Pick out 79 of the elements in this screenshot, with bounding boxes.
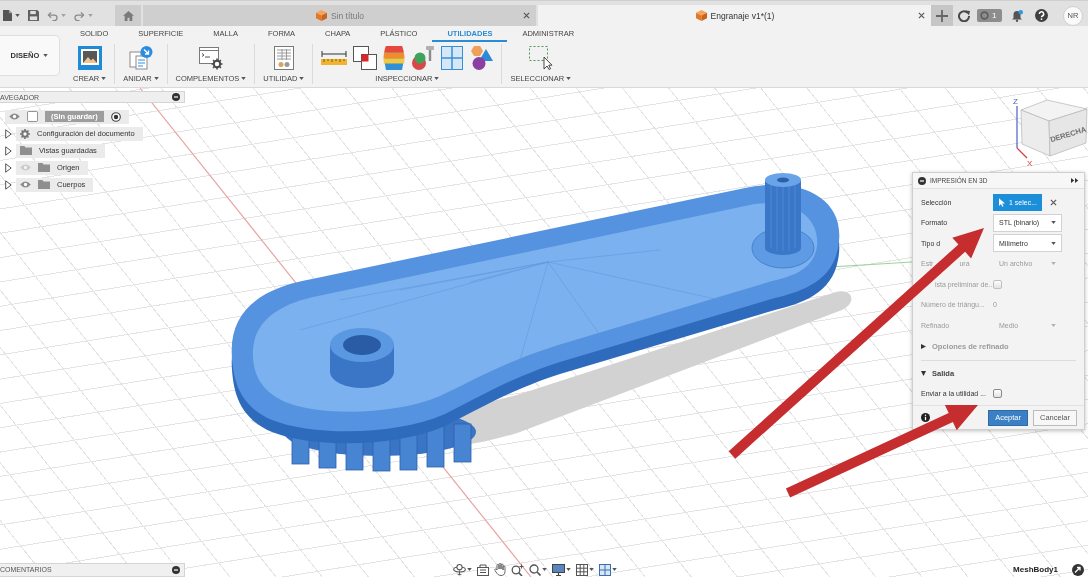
caret-icon — [1051, 323, 1056, 327]
plus-icon — [936, 9, 948, 22]
eye-icon[interactable] — [20, 181, 31, 188]
four-panes-icon[interactable] — [441, 45, 464, 70]
hand-icon[interactable] — [494, 563, 506, 576]
home-tab[interactable] — [115, 5, 141, 26]
expand-triangle-icon[interactable] — [5, 162, 12, 173]
magnifier-icon[interactable] — [529, 563, 541, 576]
double-arrow-icon[interactable] — [1071, 178, 1079, 183]
grid-icon[interactable] — [576, 563, 588, 576]
window-gear-icon[interactable] — [198, 45, 223, 70]
selection-box-icon[interactable] — [528, 45, 553, 70]
caret-icon — [153, 76, 159, 80]
selected-body-name: MeshBody1 — [1013, 565, 1058, 574]
ruler-icon[interactable] — [321, 50, 348, 65]
save-icon[interactable] — [28, 10, 39, 21]
monitor-icon[interactable] — [552, 563, 565, 576]
new-tab-button[interactable] — [931, 5, 953, 26]
redo-icon — [74, 10, 85, 21]
radio-icon[interactable] — [110, 111, 121, 122]
close-icon[interactable] — [523, 12, 530, 19]
progress-ring-icon — [980, 11, 989, 20]
axis-label: X — [1027, 159, 1033, 168]
caret-icon — [88, 14, 93, 17]
square-icon — [27, 111, 38, 122]
bell-icon[interactable] — [1011, 9, 1023, 22]
caret-icon[interactable] — [566, 568, 571, 571]
folder-icon — [20, 146, 32, 155]
striped-barrel-icon[interactable] — [383, 44, 406, 71]
overlapping-squares-icon[interactable] — [353, 45, 378, 70]
briefcase-icon[interactable] — [477, 563, 489, 576]
caret-icon — [101, 76, 107, 80]
caret-icon — [566, 76, 572, 80]
colored-shapes-icon[interactable] — [469, 45, 494, 70]
spreadsheet-icon[interactable] — [272, 45, 295, 70]
minus-circle-icon[interactable] — [918, 176, 926, 185]
undo-icon — [47, 10, 58, 21]
cube-icon — [315, 10, 327, 21]
circle-arrow-icon[interactable] — [1072, 563, 1084, 576]
document-icon — [3, 10, 12, 21]
document-tab[interactable]: Engranaje v1*(1) — [538, 5, 931, 26]
documents-icon[interactable] — [128, 45, 153, 70]
folder-icon — [38, 180, 50, 189]
eye-icon[interactable] — [9, 113, 20, 120]
caret-icon[interactable] — [612, 568, 617, 571]
expand-triangle-icon[interactable] — [5, 145, 12, 156]
expand-triangle-icon[interactable] — [5, 179, 12, 190]
caret-icon — [61, 14, 66, 17]
caret-icon — [1051, 241, 1056, 245]
caret-icon — [1051, 221, 1056, 225]
caret-icon[interactable] — [467, 568, 472, 571]
cursor-icon — [999, 197, 1005, 207]
gear-icon — [20, 128, 30, 139]
caret-icon[interactable] — [542, 568, 547, 571]
info-icon[interactable] — [921, 413, 930, 422]
caret-icon[interactable] — [589, 568, 594, 571]
caret-icon — [434, 76, 440, 80]
cube-icon — [695, 10, 707, 21]
blobs-and-pin-icon[interactable] — [411, 45, 436, 70]
minus-circle-icon[interactable] — [172, 93, 180, 101]
close-icon[interactable] — [1050, 198, 1057, 206]
caret-icon — [15, 14, 20, 17]
orbit-icon[interactable] — [453, 563, 466, 576]
caret-icon — [43, 54, 49, 57]
close-icon[interactable] — [918, 12, 925, 19]
expand-triangle-icon[interactable] — [5, 128, 12, 139]
axis-label: Z — [1013, 97, 1018, 106]
caret-icon — [1051, 262, 1056, 266]
circular-arrow-icon[interactable] — [958, 9, 970, 22]
image-icon[interactable] — [77, 45, 102, 70]
minus-circle-icon[interactable] — [172, 565, 180, 574]
caret-icon — [299, 76, 305, 80]
zoom-in-icon[interactable] — [511, 563, 524, 576]
caret-icon — [241, 76, 247, 80]
checkbox[interactable] — [993, 389, 1002, 399]
help-icon[interactable] — [1035, 9, 1048, 22]
home-icon — [122, 10, 134, 21]
folder-icon — [38, 163, 50, 172]
panes-icon[interactable] — [599, 563, 611, 576]
